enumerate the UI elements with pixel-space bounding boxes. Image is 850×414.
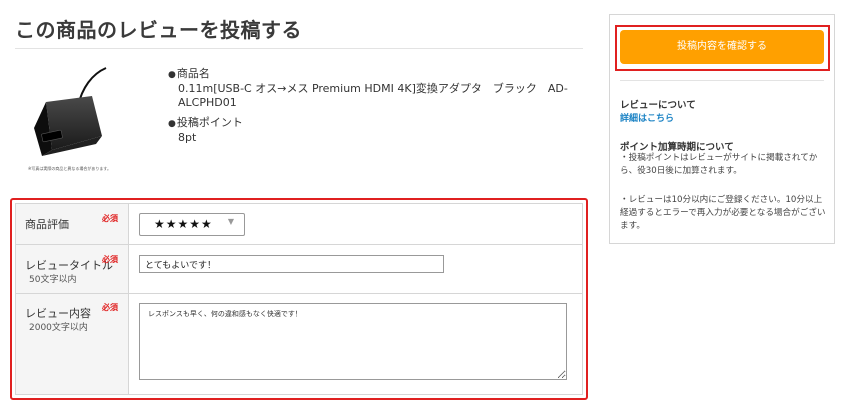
product-info: 商品名 0.11m[USB-C オス→メス Premium HDMI 4K]変換… (168, 67, 568, 145)
review-form: 商品評価 必須 ★★★★★ ▼ レビュータイトル 必須 50文字以内 レビュー内… (15, 203, 583, 395)
page-title: この商品のレビューを投稿する (15, 18, 302, 42)
content-row-header: レビュー内容 必須 2000文字以内 (16, 294, 129, 394)
details-link[interactable]: 詳細はこちら (620, 111, 674, 124)
title-label: レビュータイトル (25, 259, 113, 272)
product-name: 0.11m[USB-C オス→メス Premium HDMI 4K]変換アダプタ… (178, 82, 568, 109)
title-divider (15, 48, 583, 49)
rating-row: 商品評価 必須 ★★★★★ ▼ (16, 204, 582, 245)
points-note: ・投稿ポイントはレビューがサイトに掲載されてから、役30日後に加算されます。 (620, 153, 818, 176)
product-image (22, 66, 132, 174)
product-name-label: 商品名 (168, 67, 568, 82)
points-value: 8pt (178, 131, 197, 144)
points-timing-heading: ポイント加算時期について (620, 142, 734, 153)
required-badge: 必須 (102, 255, 118, 264)
title-hint: 50文字以内 (29, 275, 77, 285)
content-label: レビュー内容 (25, 307, 91, 320)
review-content-textarea[interactable]: レスポンスも早く、何の違和感もなく快適です！ (139, 303, 567, 380)
timeout-note: ・レビューは10分以内にご登録ください。10分以上経過するとエラーで再入力が必要… (620, 195, 826, 231)
content-row: レビュー内容 必須 2000文字以内 レスポンスも早く、何の違和感もなく快適です… (16, 294, 582, 394)
title-row-header: レビュータイトル 必須 50文字以内 (16, 245, 129, 293)
rating-select-value: ★★★★★ (154, 217, 213, 231)
review-title-input[interactable] (139, 255, 444, 273)
points-label: 投稿ポイント (168, 116, 568, 131)
required-badge: 必須 (102, 303, 118, 312)
about-review-heading: レビューについて (620, 100, 696, 111)
rating-row-header: 商品評価 必須 (16, 204, 129, 244)
title-row: レビュータイトル 必須 50文字以内 (16, 245, 582, 294)
content-hint: 2000文字以内 (29, 323, 88, 333)
rating-label: 商品評価 (25, 218, 69, 231)
required-badge: 必須 (102, 214, 118, 223)
chevron-down-icon: ▼ (227, 217, 235, 226)
image-caption: ※写真は実際の商品と異なる場合があります。 (28, 166, 111, 171)
confirm-post-button[interactable]: 投稿内容を確認する (620, 30, 824, 64)
sidebar-divider (620, 80, 824, 81)
rating-select[interactable]: ★★★★★ ▼ (139, 213, 245, 236)
